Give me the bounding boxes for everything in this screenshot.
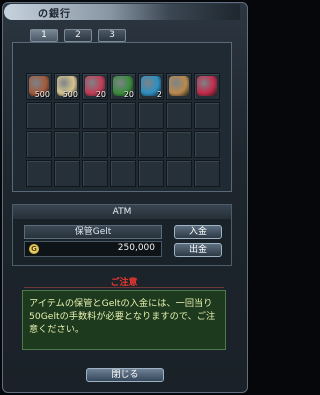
item-slot[interactable] [82,102,108,129]
item-slot[interactable] [166,131,192,158]
withdraw-button[interactable]: 出金 [174,243,222,257]
window-title: の銀行 [38,9,71,20]
item-slot[interactable] [54,131,80,158]
item-slot[interactable] [110,131,136,158]
item-slot[interactable] [138,102,164,129]
item-slot[interactable] [82,160,108,187]
item-slot[interactable] [138,131,164,158]
item-slot[interactable] [54,160,80,187]
bread-icon [169,76,189,96]
close-button[interactable]: 閉じる [86,368,164,382]
gelt-coin-icon: G [29,244,39,254]
item-slot[interactable]: 500 [26,73,52,100]
item-slot[interactable]: 2 [138,73,164,100]
deposit-button[interactable]: 入金 [174,225,222,239]
item-slot[interactable] [26,131,52,158]
item-slot[interactable] [194,73,220,100]
item-slot[interactable] [166,102,192,129]
item-slot[interactable] [194,102,220,129]
item-slot[interactable] [166,160,192,187]
title-bar[interactable]: の銀行 [4,4,240,20]
item-quantity: 500 [34,90,50,99]
item-slot[interactable] [166,73,192,100]
item-slot[interactable] [110,160,136,187]
item-quantity: 2 [156,90,162,99]
notice-heading: ご注意 [24,275,224,288]
item-slot[interactable]: 500 [54,73,80,100]
item-quantity: 500 [62,90,78,99]
item-slot[interactable] [194,160,220,187]
gelt-amount-field: G 250,000 [24,241,162,257]
item-slot[interactable] [26,160,52,187]
storage-tabs: 1 2 3 [30,29,126,42]
item-slot[interactable]: 20 [82,73,108,100]
item-slot[interactable]: 20 [110,73,136,100]
gelt-amount: 250,000 [117,243,155,253]
item-slot[interactable] [194,131,220,158]
tab-3[interactable]: 3 [98,29,126,42]
red-blue-orb-icon [197,76,217,96]
item-slot[interactable] [110,102,136,129]
notice-text: アイテムの保管とGeltの入金には、一回当り50Geltの手数料が必要となります… [22,290,226,350]
item-slot[interactable] [82,131,108,158]
item-slot[interactable] [54,102,80,129]
tab-2[interactable]: 2 [64,29,92,42]
tab-1[interactable]: 1 [30,29,58,42]
atm-heading: ATM [13,205,231,219]
item-grid: 500 500 20 20 2 [26,73,220,187]
item-quantity: 20 [95,90,106,99]
item-slot[interactable] [138,160,164,187]
item-slot[interactable] [26,102,52,129]
item-quantity: 20 [123,90,134,99]
stored-gelt-label: 保管Gelt [24,225,162,239]
